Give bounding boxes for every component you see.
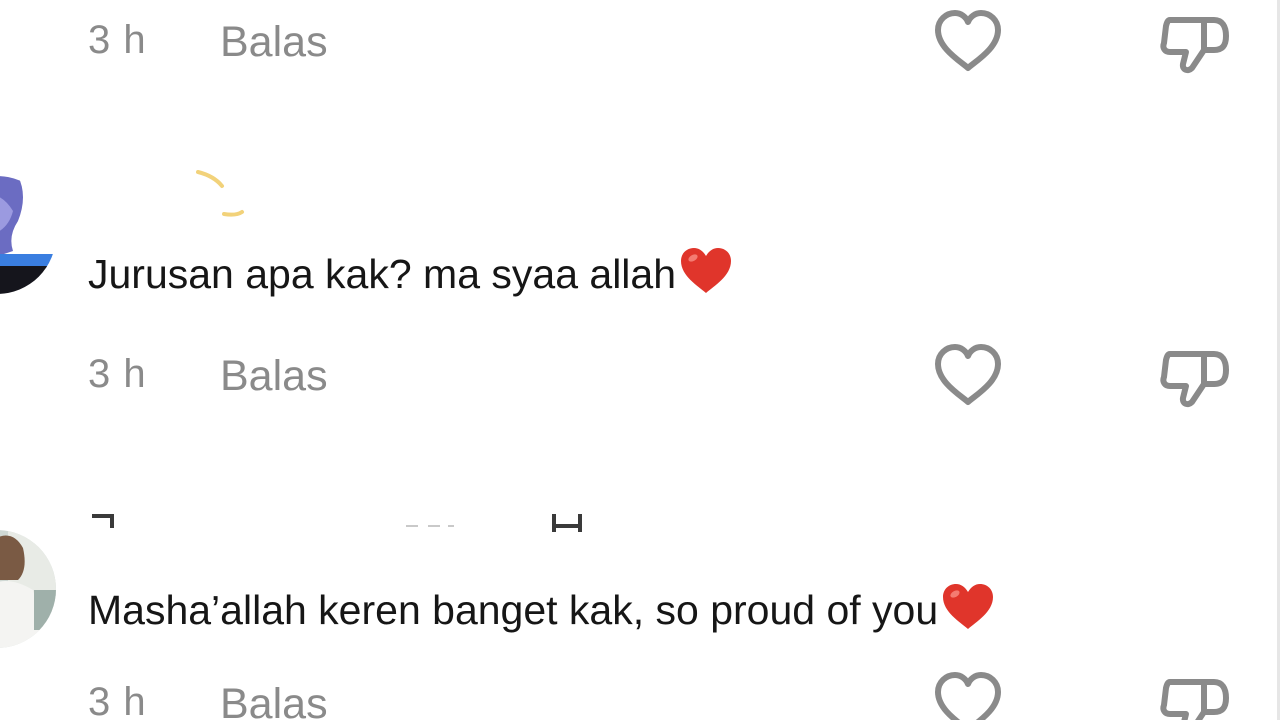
avatar[interactable] bbox=[0, 176, 56, 294]
comment-text: Masha’allah keren banget kak, so proud o… bbox=[88, 582, 996, 634]
dislike-thumb-icon[interactable] bbox=[1156, 340, 1234, 412]
like-heart-icon[interactable] bbox=[930, 8, 1006, 74]
comment-actions-row: 3 h Balas bbox=[0, 4, 1280, 74]
red-heart-emoji bbox=[943, 584, 994, 629]
reply-button[interactable]: Balas bbox=[220, 680, 328, 720]
reply-button[interactable]: Balas bbox=[220, 352, 328, 401]
comment-text: Jurusan apa kak? ma syaa allah bbox=[88, 246, 734, 298]
like-heart-icon[interactable] bbox=[930, 342, 1006, 408]
comment-actions-row: 3 h Balas bbox=[0, 666, 1280, 720]
dislike-thumb-icon[interactable] bbox=[1156, 668, 1234, 720]
comment-body: Masha’allah keren banget kak, so proud o… bbox=[88, 587, 939, 633]
comment-actions-row: 3 h Balas bbox=[0, 338, 1280, 408]
comment-timestamp: 3 h bbox=[88, 352, 147, 396]
reply-button[interactable]: Balas bbox=[220, 18, 328, 67]
comment-body: Jurusan apa kak? ma syaa allah bbox=[88, 251, 677, 297]
username-redacted bbox=[92, 514, 582, 532]
username-redacted bbox=[196, 170, 244, 217]
red-heart-emoji bbox=[681, 248, 732, 293]
dislike-thumb-icon[interactable] bbox=[1156, 6, 1234, 78]
comment-timestamp: 3 h bbox=[88, 18, 147, 62]
comment-timestamp: 3 h bbox=[88, 680, 147, 720]
avatar[interactable] bbox=[0, 530, 56, 648]
like-heart-icon[interactable] bbox=[930, 670, 1006, 720]
